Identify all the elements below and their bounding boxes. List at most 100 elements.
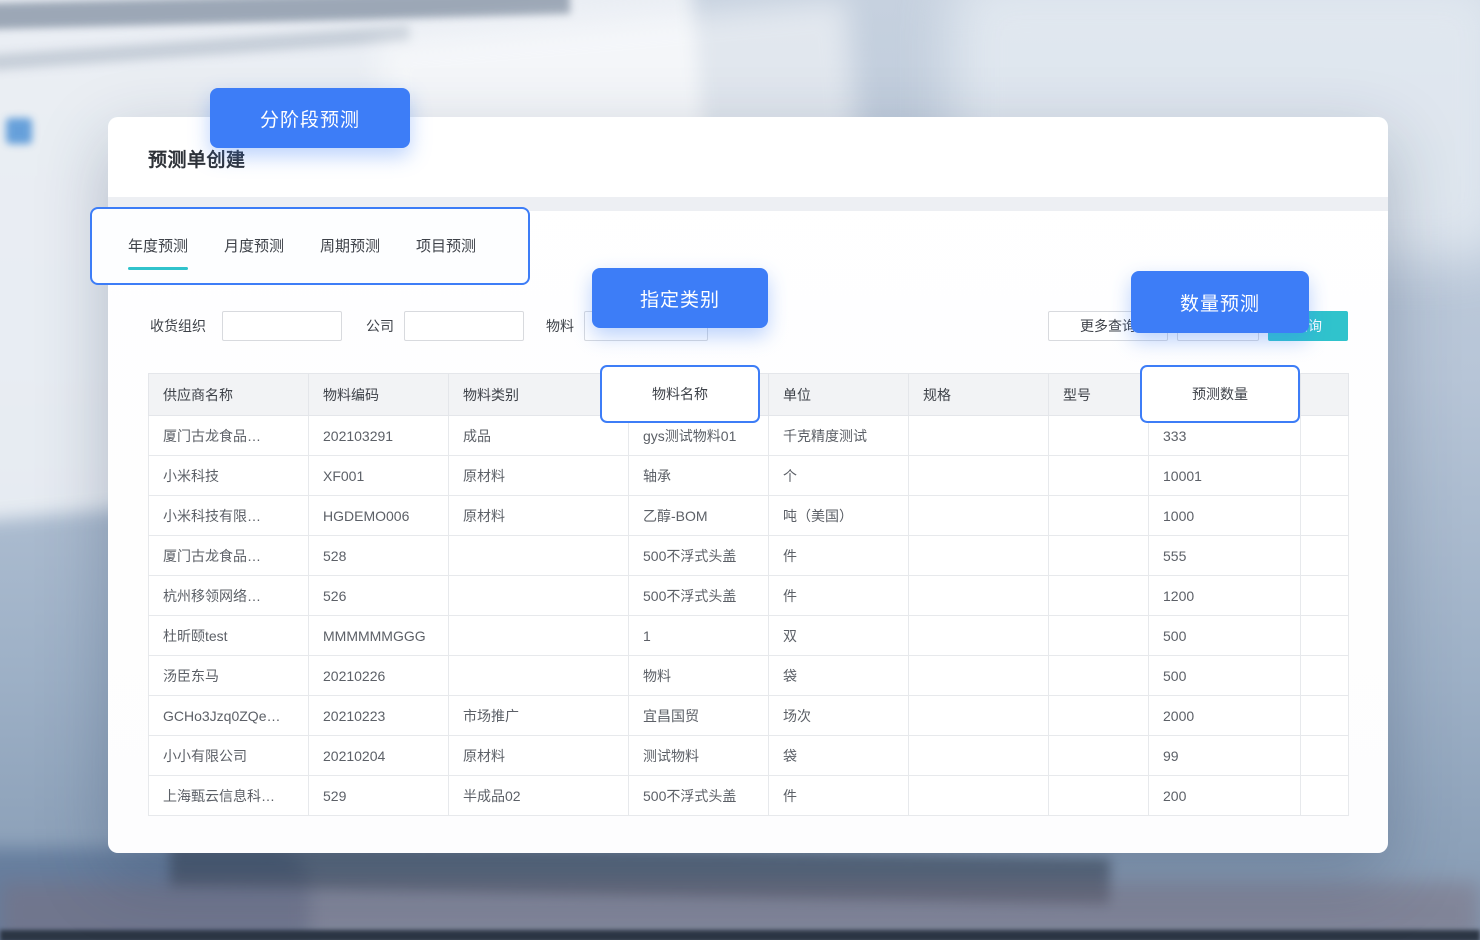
table-header-cell xyxy=(1301,374,1349,416)
table-row[interactable]: 小小有限公司20210204原材料测试物料袋99 xyxy=(149,736,1349,776)
table-cell xyxy=(1049,696,1149,736)
background-screen-edge xyxy=(0,930,1480,940)
receiving-org-input[interactable] xyxy=(222,311,342,341)
table-cell xyxy=(449,656,629,696)
table-cell: 500 xyxy=(1149,616,1301,656)
table-cell: 厦门古龙食品… xyxy=(149,416,309,456)
table-row[interactable]: 杜昕颐testMMMMMMGGG1双500 xyxy=(149,616,1349,656)
table-body: 厦门古龙食品…202103291成品gys测试物料01千克精度测试333小米科技… xyxy=(149,416,1349,816)
table-row[interactable]: 汤臣东马20210226物料袋500 xyxy=(149,656,1349,696)
table-cell: XF001 xyxy=(309,456,449,496)
table-cell xyxy=(909,536,1049,576)
table-row[interactable]: 小米科技有限…HGDEMO006原材料乙醇-BOM吨（美国）1000 xyxy=(149,496,1349,536)
table-cell xyxy=(449,576,629,616)
table-cell xyxy=(909,736,1049,776)
receiving-org-label: 收货组织 xyxy=(150,311,206,341)
material-name-header: 物料名称 xyxy=(652,384,708,404)
table-cell xyxy=(1049,656,1149,696)
table-cell: GCHo3Jzq0ZQe… xyxy=(149,696,309,736)
table-header-cell: 型号 xyxy=(1049,374,1149,416)
table-row[interactable]: 上海甄云信息科…529半成品02500不浮式头盖件200 xyxy=(149,776,1349,816)
table-cell: 小小有限公司 xyxy=(149,736,309,776)
table-cell: 原材料 xyxy=(449,456,629,496)
table-cell: 袋 xyxy=(769,656,909,696)
tab-monthly-forecast[interactable]: 月度预测 xyxy=(224,235,284,258)
table-cell: 袋 xyxy=(769,736,909,776)
table-cell: 1000 xyxy=(1149,496,1301,536)
table-cell xyxy=(1049,456,1149,496)
table-cell: 件 xyxy=(769,576,909,616)
tab-project-forecast[interactable]: 项目预测 xyxy=(416,235,476,258)
table-cell: 20210223 xyxy=(309,696,449,736)
table-cell xyxy=(1301,456,1349,496)
forecast-quantity-column-highlight: 预测数量 xyxy=(1140,365,1300,423)
table-header-cell: 物料编码 xyxy=(309,374,449,416)
table-cell: 1 xyxy=(629,616,769,656)
table-cell xyxy=(909,616,1049,656)
page-title: 预测单创建 xyxy=(148,145,246,172)
table-cell xyxy=(909,416,1049,456)
table-cell xyxy=(909,776,1049,816)
table-cell xyxy=(909,576,1049,616)
table-cell xyxy=(1049,496,1149,536)
badge-phased-forecast: 分阶段预测 xyxy=(210,88,410,148)
table-row[interactable]: 杭州移领网络…526500不浮式头盖件1200 xyxy=(149,576,1349,616)
table-cell: 小米科技 xyxy=(149,456,309,496)
table-cell: 成品 xyxy=(449,416,629,456)
table-cell: 原材料 xyxy=(449,736,629,776)
table-cell xyxy=(1301,656,1349,696)
badge-quantity-forecast: 数量预测 xyxy=(1131,271,1309,333)
table-cell: 500不浮式头盖 xyxy=(629,576,769,616)
table-cell xyxy=(909,656,1049,696)
table-cell: 件 xyxy=(769,536,909,576)
table-cell xyxy=(909,696,1049,736)
table-cell: 厦门古龙食品… xyxy=(149,536,309,576)
table-cell: 轴承 xyxy=(629,456,769,496)
table-cell xyxy=(1301,576,1349,616)
table-cell: 乙醇-BOM xyxy=(629,496,769,536)
company-input[interactable] xyxy=(404,311,524,341)
table-cell: 件 xyxy=(769,776,909,816)
table-cell: 个 xyxy=(769,456,909,496)
table-row[interactable]: GCHo3Jzq0ZQe…20210223市场推广宜昌国贸场次2000 xyxy=(149,696,1349,736)
table-cell: 526 xyxy=(309,576,449,616)
table-cell xyxy=(449,536,629,576)
table-cell: 千克精度测试 xyxy=(769,416,909,456)
table-cell xyxy=(1049,736,1149,776)
forecast-table: 供应商名称物料编码物料类别物料名称单位规格型号预测数量 厦门古龙食品…20210… xyxy=(148,373,1348,816)
tab-period-forecast[interactable]: 周期预测 xyxy=(320,235,380,258)
table-cell xyxy=(1301,696,1349,736)
tabs-highlight-box: 年度预测 月度预测 周期预测 项目预测 xyxy=(90,207,530,285)
table-cell xyxy=(1301,616,1349,656)
material-label: 物料 xyxy=(546,311,574,341)
table-cell xyxy=(449,616,629,656)
table-cell: 物料 xyxy=(629,656,769,696)
table-row[interactable]: 小米科技XF001原材料轴承个10001 xyxy=(149,456,1349,496)
table-row[interactable]: 厦门古龙食品…528500不浮式头盖件555 xyxy=(149,536,1349,576)
table-cell xyxy=(1301,536,1349,576)
table-cell: 市场推广 xyxy=(449,696,629,736)
table-cell: HGDEMO006 xyxy=(309,496,449,536)
table-cell: 529 xyxy=(309,776,449,816)
table-cell: 500不浮式头盖 xyxy=(629,776,769,816)
table-cell xyxy=(909,496,1049,536)
table-cell xyxy=(1301,776,1349,816)
background-app-icon xyxy=(6,118,32,144)
table-cell: 555 xyxy=(1149,536,1301,576)
badge-specify-category: 指定类别 xyxy=(592,268,768,328)
table-header-cell: 规格 xyxy=(909,374,1049,416)
table-cell: 上海甄云信息科… xyxy=(149,776,309,816)
screen: 预测单创建 收货组织 公司 物料 更多查询 查询 供应商名称物料编码物料类别物料… xyxy=(0,0,1480,940)
table-cell xyxy=(1049,776,1149,816)
table-cell xyxy=(1049,616,1149,656)
table-header-cell: 供应商名称 xyxy=(149,374,309,416)
table-cell xyxy=(909,456,1049,496)
table-cell: MMMMMMGGG xyxy=(309,616,449,656)
table-cell: 200 xyxy=(1149,776,1301,816)
tab-annual-forecast[interactable]: 年度预测 xyxy=(128,235,188,258)
material-name-column-highlight: 物料名称 xyxy=(600,365,760,423)
table-cell: 杭州移领网络… xyxy=(149,576,309,616)
table-cell: 500 xyxy=(1149,656,1301,696)
table-cell: 20210226 xyxy=(309,656,449,696)
table-cell: 杜昕颐test xyxy=(149,616,309,656)
